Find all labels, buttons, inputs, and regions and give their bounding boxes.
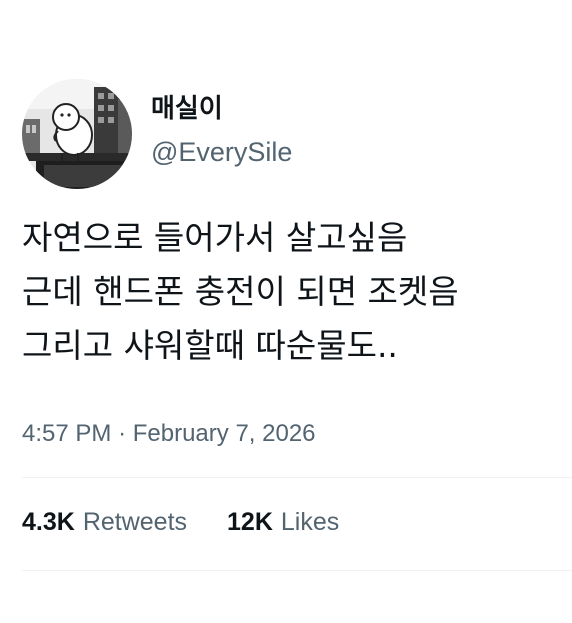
user-info: 매실이 @EverySile [151,94,292,170]
tweet-text-line-1: 자연으로 들어가서 살고싶음 [22,218,408,257]
tweet-card: 매실이 @EverySile 자연으로 들어가서 살고싶음 근데 핸드폰 충전이… [0,0,572,623]
meta-separator: · [118,420,127,447]
tweet-stats: 4.3K Retweets 12K Likes [22,508,339,537]
likes-stat[interactable]: 12K Likes [227,508,339,537]
tweet-text: 자연으로 들어가서 살고싶음 근데 핸드폰 충전이 되면 조켓음 그리고 샤워할… [22,211,562,373]
retweets-count: 4.3K [22,508,75,536]
profile-avatar-illustration-icon [22,79,132,189]
divider-top [22,477,572,478]
retweets-label: Retweets [82,508,188,536]
user-handle[interactable]: @EverySile [151,134,292,170]
tweet-date: February 7, 2026 [132,420,316,447]
likes-count: 12K [227,508,273,536]
tweet-header: 매실이 @EverySile [22,79,292,189]
retweets-stat[interactable]: 4.3K Retweets [22,508,187,537]
divider-bottom [22,570,572,571]
tweet-time: 4:57 PM [22,420,112,447]
tweet-text-line-2: 근데 핸드폰 충전이 되면 조켓음 [22,272,459,311]
tweet-text-line-3: 그리고 샤워할때 따순물도.. [22,326,398,365]
avatar[interactable] [22,79,132,189]
likes-label: Likes [280,508,340,536]
tweet-timestamp[interactable]: 4:57 PM · February 7, 2026 [22,420,316,448]
display-name[interactable]: 매실이 [151,92,292,126]
